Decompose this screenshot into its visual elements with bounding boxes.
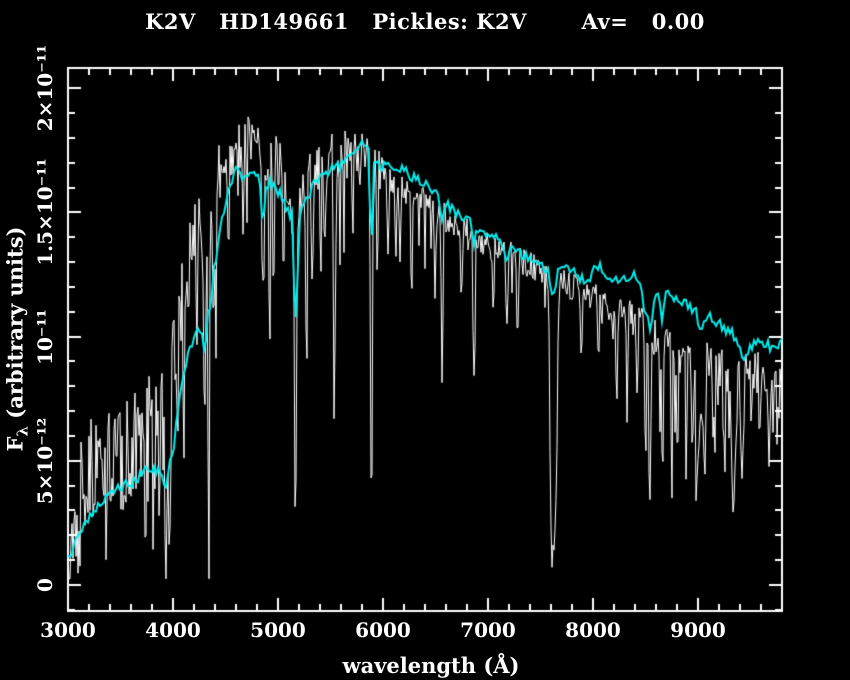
x-tick-label: 8000 bbox=[565, 618, 621, 642]
spectrum-plot-window: K2V HD149661 Pickles: K2V Av= 0.00 wavel… bbox=[0, 0, 850, 680]
flux-symbol: F bbox=[2, 436, 28, 452]
y-tick-label: 2×10⁻¹¹ bbox=[33, 44, 57, 132]
y-tick-label: 1.5×10⁻¹¹ bbox=[33, 158, 57, 267]
x-axis-title: wavelength (Å) bbox=[342, 653, 520, 678]
flux-subscript-lambda: λ bbox=[13, 426, 32, 437]
y-axis-title: Fλ (arbitrary units) bbox=[2, 227, 31, 452]
y-tick-label: 10⁻¹¹ bbox=[33, 308, 57, 365]
plot-title: K2V HD149661 Pickles: K2V Av= 0.00 bbox=[145, 9, 705, 34]
x-tick-label: 3000 bbox=[40, 618, 96, 642]
flux-units-text: (arbitrary units) bbox=[2, 226, 28, 427]
y-tick-label: 5×10⁻¹² bbox=[33, 417, 57, 505]
y-tick-label: 0 bbox=[33, 578, 57, 592]
x-tick-label: 9000 bbox=[670, 618, 726, 642]
x-tick-label: 7000 bbox=[460, 618, 516, 642]
x-tick-label: 4000 bbox=[145, 618, 201, 642]
spectrum-plot-canvas bbox=[0, 0, 850, 680]
x-tick-label: 5000 bbox=[250, 618, 306, 642]
x-tick-label: 6000 bbox=[355, 618, 411, 642]
